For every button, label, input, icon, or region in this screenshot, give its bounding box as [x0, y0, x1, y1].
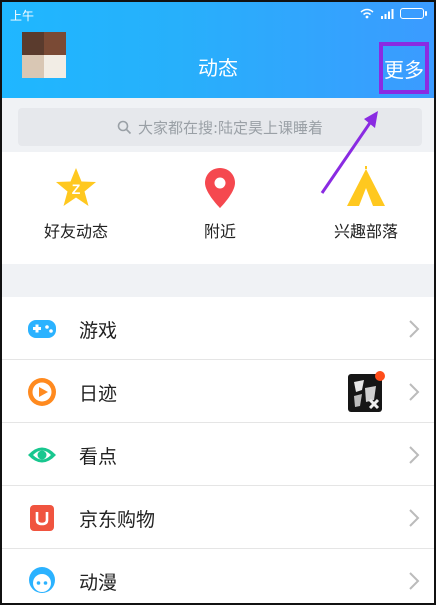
list-item-label: 日迹	[79, 383, 118, 405]
battery-icon	[400, 8, 427, 19]
signal-icon	[381, 9, 394, 19]
chevron-right-icon	[409, 320, 420, 338]
list-item-games[interactable]: 游戏	[2, 297, 434, 360]
gamepad-icon	[28, 320, 56, 338]
list-item-jd-shopping[interactable]: 京东购物	[2, 486, 434, 549]
list-item-label: 看点	[79, 446, 118, 468]
chevron-right-icon	[409, 446, 420, 464]
jd-shop-icon	[30, 505, 54, 531]
svg-text:Z: Z	[72, 181, 81, 197]
list-item-anime[interactable]: 动漫	[2, 549, 434, 603]
feature-list: 游戏 日迹 看点 京东购物 动漫	[2, 297, 434, 603]
status-icons	[360, 8, 427, 19]
quick-action-label: 好友动态	[43, 222, 108, 241]
chevron-right-icon	[409, 509, 420, 527]
search-icon	[117, 120, 132, 134]
search-placeholder: 大家都在搜:陆定昊上课睡着	[137, 118, 324, 137]
location-pin-icon	[205, 168, 235, 208]
annotation-arrow-icon	[320, 111, 378, 194]
status-bar: 上午	[2, 2, 434, 30]
wifi-icon	[360, 8, 374, 19]
friends-feed-icon: Z	[56, 168, 96, 206]
quick-action-nearby[interactable]: 附近	[160, 166, 280, 242]
more-button[interactable]: 更多	[379, 42, 429, 94]
header: 上午 动态 更多	[2, 2, 434, 98]
app-frame: 上午 动态 更多 大家都在搜:陆定昊上课睡着 Z 好友动态 附近 兴趣部落 游戏…	[0, 0, 436, 605]
list-item-label: 京东购物	[79, 509, 156, 531]
play-circle-icon	[28, 378, 56, 406]
quick-action-label: 兴趣部落	[333, 222, 398, 241]
chevron-right-icon	[409, 383, 420, 401]
quick-action-friends-feed[interactable]: Z 好友动态	[16, 166, 136, 242]
page-title: 动态	[198, 56, 238, 80]
status-time: 上午	[10, 9, 35, 23]
quick-action-label: 附近	[203, 222, 236, 241]
list-item-highlights[interactable]: 看点	[2, 423, 434, 486]
list-item-label: 游戏	[79, 320, 118, 342]
anime-icon	[29, 567, 55, 593]
list-item-label: 动漫	[79, 572, 118, 594]
chevron-right-icon	[409, 572, 420, 590]
diary-thumbnail	[346, 370, 386, 414]
list-item-diary[interactable]: 日迹	[2, 360, 434, 423]
eye-icon	[28, 447, 56, 463]
